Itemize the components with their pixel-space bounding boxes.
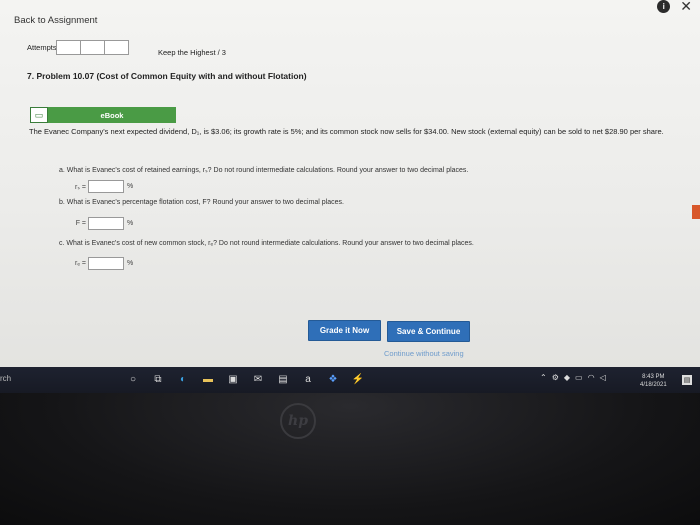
answer-c-input[interactable] [88,257,124,270]
answer-b-unit: % [127,220,134,227]
taskbar-clock[interactable]: 8:43 PM 4/18/2021 [640,373,667,389]
tray-battery-icon[interactable]: ▭ [575,373,583,382]
mail-icon[interactable]: ✉ [250,371,266,387]
answer-b-input[interactable] [88,217,124,230]
close-icon[interactable]: ✕ [680,0,692,13]
side-widget-tab [692,205,700,219]
tray-app-icon[interactable]: ⚙ [552,373,559,382]
question-c-text: c. What is Evanec's cost of new common s… [59,240,474,247]
answer-a-input[interactable] [88,180,124,193]
attempts-row: Attempts [27,40,129,55]
system-tray: ⌃ ⚙ ◆ ▭ ◠ ◁ [540,373,606,382]
browser-screen: Back to Assignment i ✕ Attempts Keep the… [0,0,700,368]
question-a-text: a. What is Evanec's cost of retained ear… [59,167,469,174]
ebook-label: eBook [48,107,176,123]
answer-b-label: F = [75,220,86,227]
notification-icon[interactable]: ▤ [682,375,692,385]
top-icons: i ✕ [657,0,692,13]
answer-c-unit: % [127,260,134,267]
store-icon[interactable]: ▣ [225,371,241,387]
amazon-icon[interactable]: a [300,371,316,387]
ebook-button[interactable]: ▭ eBook [30,107,176,123]
hp-logo-icon: hp [280,403,316,439]
clock-time: 8:43 PM [642,374,665,380]
taskbar: rch ○ ⧉ ◐ ▬ ▣ ✉ ▤ a ❖ ⚡ ⌃ ⚙ ◆ ▭ ◠ ◁ [0,367,700,393]
answer-a-label: rₛ = [75,183,86,191]
attempt-box-3 [103,40,129,55]
back-to-assignment-link[interactable]: Back to Assignment [14,15,97,26]
attempt-box-1 [55,40,81,55]
save-continue-button[interactable]: Save & Continue [387,321,470,342]
answer-row-a: rₛ = % [60,180,133,193]
app-icon[interactable]: ⚡ [350,371,366,387]
tray-volume-icon[interactable]: ◁ [600,373,606,382]
taskbar-icons: ○ ⧉ ◐ ▬ ▣ ✉ ▤ a ❖ ⚡ [125,371,366,387]
task-view-icon[interactable]: ⧉ [150,371,166,387]
attempt-box-2 [79,40,105,55]
edge-icon[interactable]: ◐ [175,371,191,387]
keep-highest-label: Keep the Highest / 3 [158,48,226,57]
answer-a-unit: % [127,183,134,190]
book-icon: ▭ [30,107,48,123]
grade-it-now-button[interactable]: Grade it Now [308,320,381,341]
attempts-label: Attempts [27,43,57,52]
clock-date: 4/18/2021 [640,382,667,388]
tray-wifi-icon[interactable]: ◠ [588,373,595,382]
question-b-text: b. What is Evanec's percentage flotation… [59,199,344,206]
file-explorer-icon[interactable]: ▬ [200,371,216,387]
tray-shield-icon[interactable]: ◆ [564,373,570,382]
answer-row-b: F = % [60,217,133,230]
continue-without-saving-link[interactable]: Continue without saving [384,349,464,358]
photos-icon[interactable]: ▤ [275,371,291,387]
tray-chevron-icon[interactable]: ⌃ [540,373,547,382]
problem-title: 7. Problem 10.07 (Cost of Common Equity … [27,71,307,81]
info-icon[interactable]: i [657,0,671,13]
dropbox-icon[interactable]: ❖ [325,371,341,387]
answer-row-c: rₑ = % [60,257,133,270]
problem-text: The Evanec Company's next expected divid… [29,127,664,136]
laptop-bezel [0,393,700,525]
cortana-icon[interactable]: ○ [125,371,141,387]
answer-c-label: rₑ = [75,260,86,267]
taskbar-search-stub[interactable]: rch [0,374,11,383]
